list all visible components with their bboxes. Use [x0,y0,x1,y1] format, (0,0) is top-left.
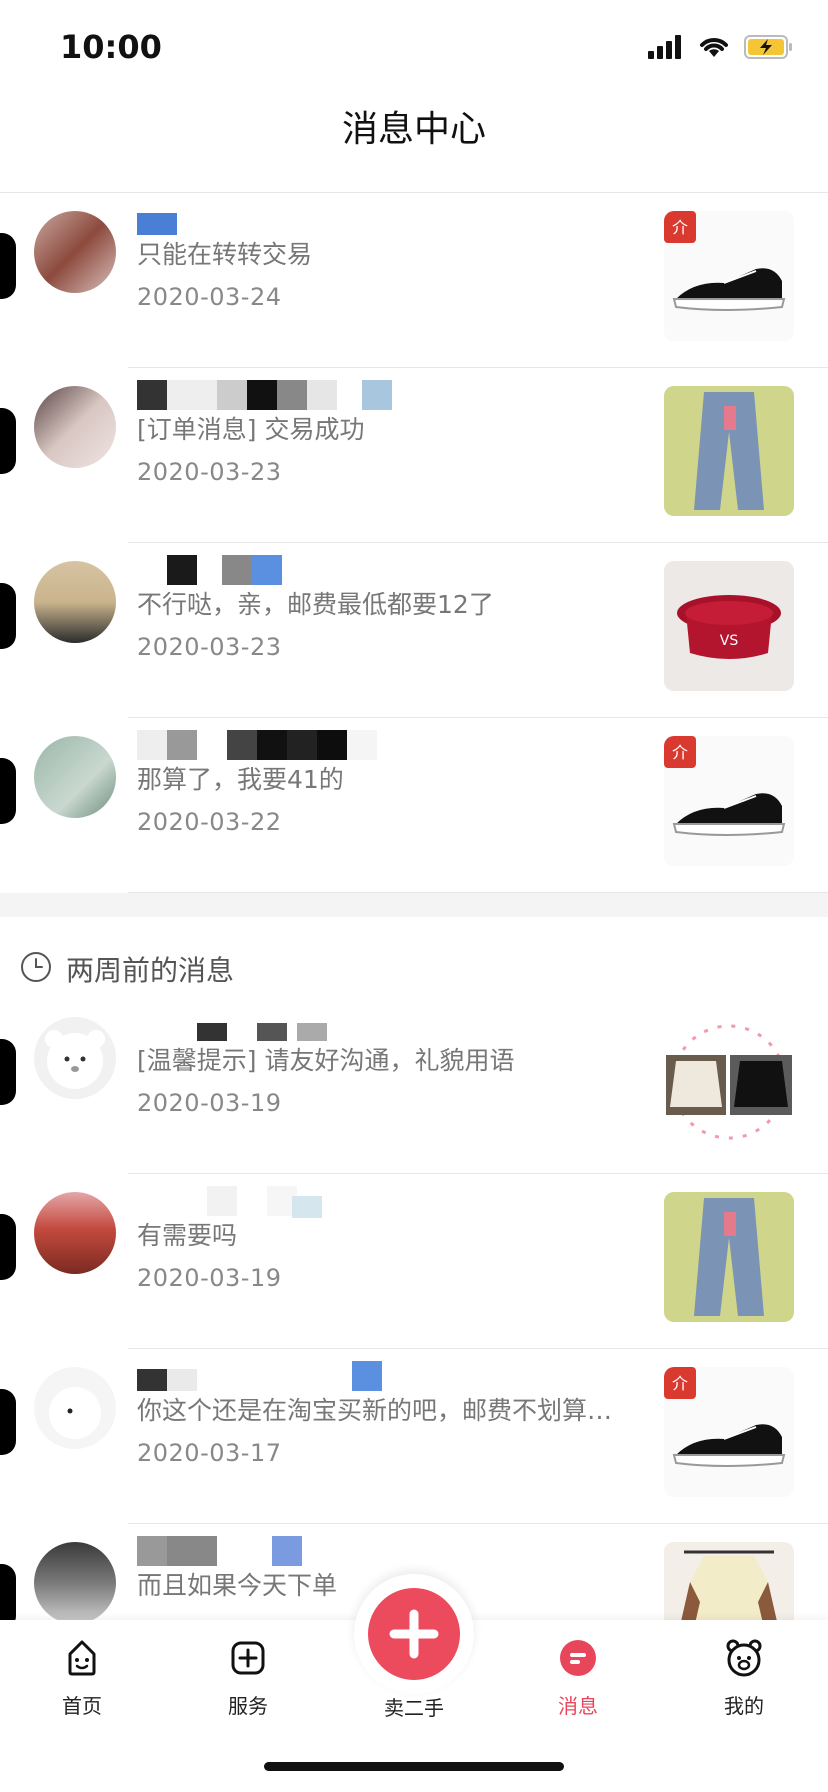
sell-plus-icon [389,1609,439,1659]
edge-marker [0,758,16,824]
message-row[interactable]: 有需要吗 2020-03-19 [0,1174,828,1349]
message-preview: 只能在转转交易 [137,240,313,269]
message-row[interactable]: 只能在转转交易 2020-03-24 介 [0,193,828,368]
avatar[interactable] [34,736,116,818]
tab-services[interactable]: 服务 [188,1636,308,1719]
product-thumbnail[interactable]: 介 [664,736,794,866]
message-row[interactable]: 那算了，我要41的 2020-03-22 介 [0,718,828,893]
avatar[interactable] [34,1192,116,1274]
service-plus-icon [231,1641,265,1675]
message-row[interactable]: [温馨提示] 请友好沟通，礼貌用语 2020-03-19 [0,999,828,1174]
status-icons [648,34,794,60]
sell-secondhand-button[interactable] [368,1588,460,1680]
sender-name-redacted [137,380,437,410]
product-thumbnail[interactable]: 介 [664,1367,794,1497]
jeans-icon [664,386,794,516]
message-date: 2020-03-22 [137,808,282,836]
product-thumbnail[interactable] [664,1017,794,1147]
svg-text:介: 介 [672,1374,688,1393]
edge-marker [0,408,16,474]
avatar[interactable] [34,1017,116,1099]
avatar[interactable] [34,1367,116,1449]
home-face-icon [68,1640,96,1676]
message-date: 2020-03-24 [137,283,282,311]
status-time: 10:00 [60,28,162,66]
message-list-recent[interactable]: 只能在转转交易 2020-03-24 介 [订单消息] 交易成功 2020-03… [0,193,828,893]
message-row[interactable]: 不行哒，亲，邮费最低都要12了 2020-03-23 VS [0,543,828,718]
sender-name-redacted [137,1011,437,1041]
product-thumbnail[interactable]: VS [664,561,794,691]
edge-marker [0,1389,16,1455]
sneaker-icon: 介 [664,736,794,866]
message-row[interactable]: [订单消息] 交易成功 2020-03-23 [0,368,828,543]
sneaker-icon: 介 [664,211,794,341]
message-icon [560,1640,596,1676]
message-preview: 不行哒，亲，邮费最低都要12了 [137,590,494,619]
message-date: 2020-03-19 [137,1089,282,1117]
bear-avatar-icon [49,1387,101,1439]
tab-messages[interactable]: 消息 [518,1636,638,1719]
tab-label: 首页 [62,1694,102,1718]
battery-charging-icon [744,35,792,59]
message-date: 2020-03-19 [137,1264,282,1292]
clock-icon [21,952,51,982]
sender-name-redacted [137,205,437,235]
product-thumbnail[interactable]: 介 [664,211,794,341]
svg-text:VS: VS [720,633,739,649]
sender-name-redacted [137,1186,437,1218]
svg-text:介: 介 [672,743,688,762]
page-title: 消息中心 [341,109,486,150]
sell-button-label: 卖二手 [384,1696,444,1720]
skirts-icon [664,1017,794,1147]
message-preview: 那算了，我要41的 [137,765,344,794]
sender-name-redacted [137,555,437,585]
bear-avatar-icon [45,1030,105,1089]
tab-label: 服务 [228,1694,268,1718]
message-preview: [温馨提示] 请友好沟通，礼貌用语 [137,1046,515,1075]
edge-marker [0,583,16,649]
message-date: 2020-03-17 [137,1439,282,1467]
message-preview: 你这个还是在淘宝买新的吧，邮费不划算… [137,1396,613,1425]
home-indicator [264,1762,564,1771]
sneaker-icon: 介 [664,1367,794,1497]
avatar[interactable] [34,561,116,643]
sender-name-redacted [137,1361,437,1391]
tab-profile[interactable]: 我的 [684,1636,804,1719]
bear-profile-icon [726,1639,762,1677]
status-bar: 10:00 [0,0,828,90]
edge-marker [0,233,16,299]
edge-marker [0,1039,16,1105]
cellular-signal-icon [648,35,681,59]
wifi-icon [700,38,728,57]
section-gap [0,893,828,917]
message-row[interactable]: 你这个还是在淘宝买新的吧，邮费不划算… 2020-03-17 介 [0,1349,828,1524]
product-thumbnail[interactable] [664,1192,794,1322]
tab-label: 我的 [724,1694,764,1718]
avatar[interactable] [34,386,116,468]
message-preview: 有需要吗 [137,1221,238,1250]
product-thumbnail[interactable] [664,386,794,516]
tab-home[interactable]: 首页 [22,1636,142,1719]
edge-marker [0,1214,16,1280]
sender-name-redacted [137,730,437,760]
sender-name-redacted [137,1536,437,1566]
older-messages-header: 两周前的消息 [0,917,828,1007]
avatar[interactable] [34,211,116,293]
red-hat-icon: VS [664,561,794,691]
svg-text:介: 介 [672,218,688,237]
jeans-icon [664,1192,794,1322]
tab-label: 消息 [558,1694,598,1718]
message-date: 2020-03-23 [137,633,282,661]
message-date: 2020-03-23 [137,458,282,486]
section-title: 两周前的消息 [66,954,235,987]
avatar[interactable] [34,1542,116,1624]
message-preview: [订单消息] 交易成功 [137,415,365,444]
